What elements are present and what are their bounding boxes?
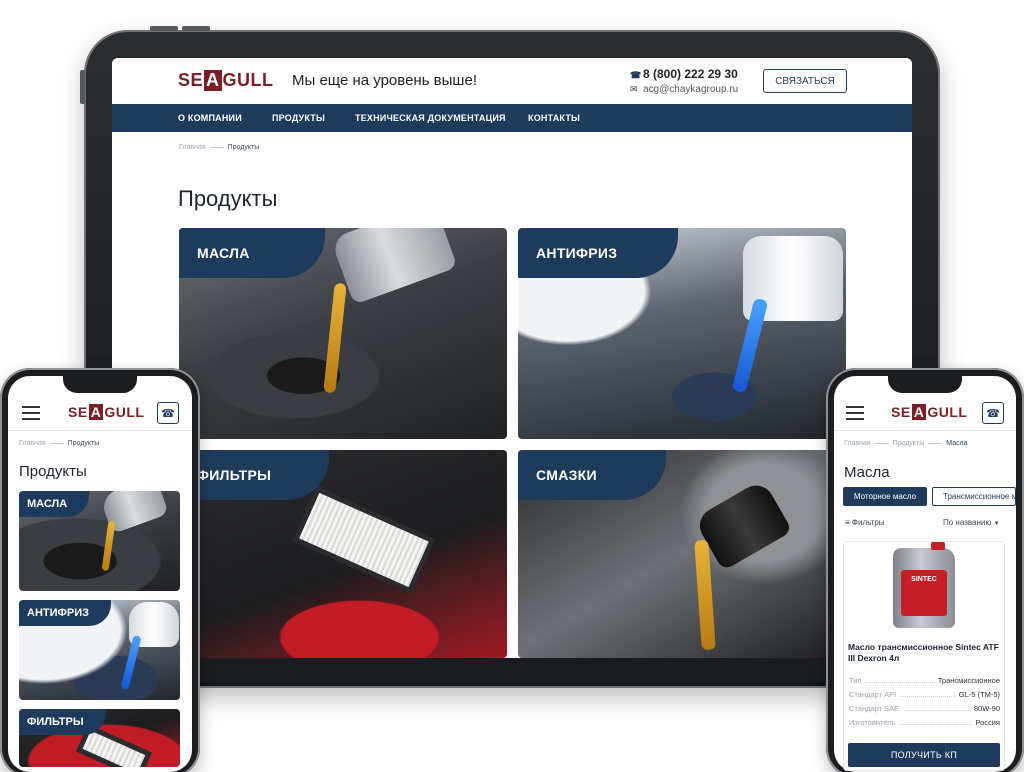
category-card-filters[interactable]: ФИЛЬТРЫ bbox=[179, 450, 507, 658]
header-divider bbox=[834, 430, 1016, 431]
filter-icon: ≡ bbox=[845, 518, 850, 527]
category-card-greases[interactable]: СМАЗКИ bbox=[518, 450, 846, 658]
category-card-antifreeze[interactable]: АНТИФРИЗ bbox=[518, 228, 846, 439]
tablet-power-button bbox=[80, 70, 85, 104]
category-label-filters: ФИЛЬТРЫ bbox=[179, 450, 329, 500]
chevron-down-icon: ▼ bbox=[993, 521, 1000, 527]
page-title: Продукты bbox=[178, 186, 278, 211]
phone-icon[interactable]: ☎ bbox=[157, 402, 179, 424]
phone-notch bbox=[888, 376, 962, 393]
antifreeze-stream-graphic bbox=[731, 297, 769, 394]
spec-row-manufacturer: Изготовитель Россия bbox=[849, 718, 1000, 727]
mobile-logo-left[interactable]: SE A GULL bbox=[68, 404, 144, 420]
spec-row-api: Стандарт API GL-5 (ТМ-5) bbox=[849, 690, 1000, 699]
mobile-category-card-filters[interactable]: ФИЛЬТРЫ bbox=[19, 709, 180, 767]
breadcrumb-home[interactable]: Главная bbox=[844, 440, 871, 447]
product-image: SINTEC bbox=[893, 542, 955, 628]
breadcrumb-products[interactable]: Продукты bbox=[893, 440, 925, 447]
mobile-category-card-antifreeze[interactable]: АНТИФРИЗ bbox=[19, 600, 180, 700]
category-label-greases: СМАЗКИ bbox=[518, 450, 666, 500]
breadcrumb-current: Продукты bbox=[227, 144, 260, 151]
site-header: SE A GULL Мы еще на уровень выше! ☎ 8 (800)… bbox=[112, 58, 912, 104]
category-card-oils[interactable]: МАСЛА bbox=[179, 228, 507, 439]
site-tagline: Мы еще на уровень выше! bbox=[292, 72, 477, 89]
header-divider bbox=[8, 430, 192, 431]
breadcrumb-mobile-left: Главная Продукты bbox=[19, 440, 99, 447]
tab-motor-oil[interactable]: Моторное масло bbox=[843, 487, 927, 506]
email-address: acg@chaykagroup.ru bbox=[643, 84, 739, 95]
sort-label: По названию bbox=[943, 518, 992, 527]
mobile-page-title-right: Масла bbox=[844, 464, 890, 481]
mobile-category-label-filters: ФИЛЬТРЫ bbox=[19, 709, 106, 735]
mobile-category-label-antifreeze: АНТИФРИЗ bbox=[19, 600, 112, 626]
spec-row-type: Тип Трансмиссионное bbox=[849, 676, 1000, 685]
breadcrumb-home[interactable]: Главная bbox=[179, 144, 206, 151]
phone-notch bbox=[63, 376, 137, 393]
header-phone[interactable]: ☎ 8 (800) 222 29 30 bbox=[630, 67, 738, 81]
phone-icon[interactable]: ☎ bbox=[982, 402, 1004, 424]
tablet-volume-button bbox=[182, 26, 210, 31]
tablet-bezel-bottom bbox=[112, 658, 912, 682]
breadcrumb-current: Масла bbox=[946, 440, 968, 447]
filters-label: Фильтры bbox=[851, 518, 885, 527]
mobile-logo-right[interactable]: SE A GULL bbox=[891, 404, 967, 420]
contact-button[interactable]: СВЯЗАТЬСЯ bbox=[763, 69, 847, 93]
tablet-volume-button bbox=[150, 26, 178, 31]
menu-icon[interactable] bbox=[22, 406, 40, 424]
menu-icon[interactable] bbox=[846, 406, 864, 424]
nav-item-about[interactable]: О КОМПАНИИ bbox=[178, 113, 242, 123]
air-filter-graphic bbox=[292, 486, 436, 594]
product-label-graphic: SINTEC bbox=[901, 570, 947, 616]
breadcrumb: Главная Продукты bbox=[179, 144, 259, 151]
phone-number: 8 (800) 222 29 30 bbox=[643, 67, 738, 81]
grease-stream-graphic bbox=[694, 539, 716, 651]
mobile-category-card-oils[interactable]: МАСЛА bbox=[19, 491, 180, 591]
filters-toggle[interactable]: ≡ Фильтры bbox=[845, 518, 885, 527]
get-quote-button[interactable]: ПОЛУЧИТЬ КП bbox=[848, 743, 1000, 767]
header-email[interactable]: ✉ acg@chaykagroup.ru bbox=[630, 84, 738, 95]
spec-row-sae: Стандарт SAE 80W-90 bbox=[849, 704, 1000, 713]
nav-item-contacts[interactable]: КОНТАКТЫ bbox=[528, 113, 580, 123]
oil-stream-graphic bbox=[323, 282, 347, 394]
antifreeze-stream-graphic bbox=[120, 634, 142, 691]
phone-icon: ☎ bbox=[630, 70, 642, 80]
sort-select[interactable]: По названию ▼ bbox=[943, 518, 1000, 527]
category-label-antifreeze: АНТИФРИЗ bbox=[518, 228, 678, 278]
main-nav: О КОМПАНИИ ПРОДУКТЫ ТЕХНИЧЕСКАЯ ДОКУМЕНТ… bbox=[112, 104, 912, 132]
product-brand-text: SINTEC bbox=[911, 576, 937, 583]
site-logo[interactable]: SE A GULL bbox=[178, 70, 274, 91]
breadcrumb-home[interactable]: Главная bbox=[19, 440, 46, 447]
nav-item-products[interactable]: ПРОДУКТЫ bbox=[272, 113, 325, 123]
oil-can-graphic bbox=[330, 228, 458, 305]
mail-icon: ✉ bbox=[630, 84, 638, 94]
product-name[interactable]: Масло трансмиссионное Sintec ATF III Dex… bbox=[848, 642, 1000, 664]
oil-stream-graphic bbox=[101, 520, 116, 572]
nav-item-docs[interactable]: ТЕХНИЧЕСКАЯ ДОКУМЕНТАЦИЯ bbox=[355, 113, 506, 123]
tab-transmission-oil[interactable]: Трансмиссионное м bbox=[932, 487, 1016, 506]
desktop-page: SE A GULL Мы еще на уровень выше! ☎ 8 (800)… bbox=[112, 58, 912, 658]
product-cap-graphic bbox=[931, 542, 945, 550]
category-label-oils: МАСЛА bbox=[179, 228, 325, 278]
mobile-page-title-left: Продукты bbox=[19, 463, 87, 480]
breadcrumb-current: Продукты bbox=[67, 440, 100, 447]
breadcrumb-mobile-right: Главная Продукты Масла bbox=[844, 440, 968, 447]
mobile-category-label-oils: МАСЛА bbox=[19, 491, 90, 517]
